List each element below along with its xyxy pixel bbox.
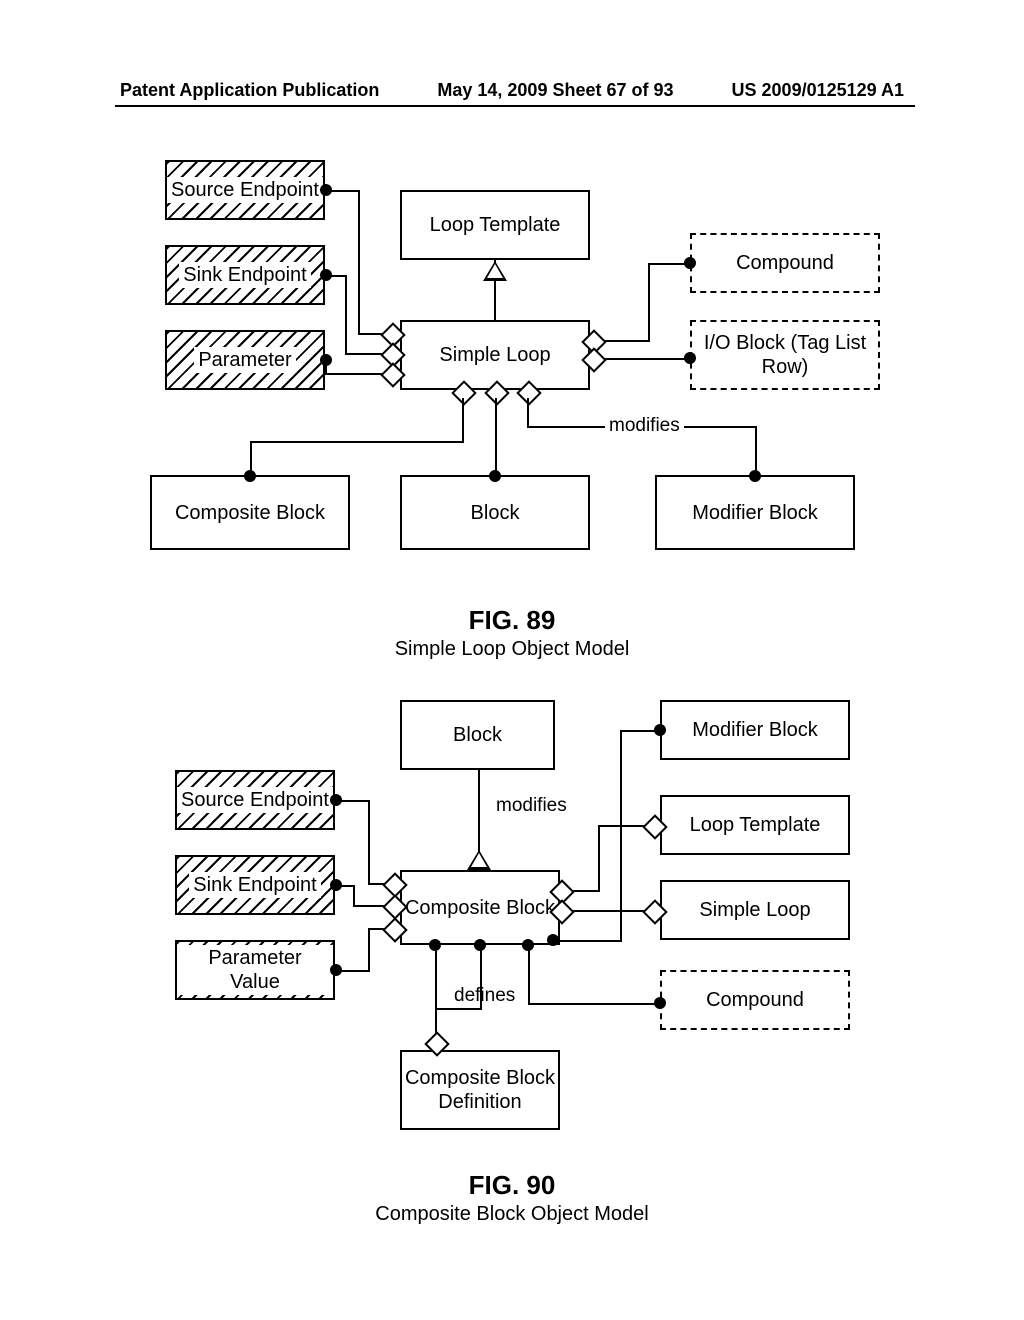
composite-block90-box: Composite Block [400,870,560,945]
fig90-caption: FIG. 90 Composite Block Object Model [0,1170,1024,1226]
modifier-block90-label: Modifier Block [692,718,818,742]
modifier-block90-box: Modifier Block [660,700,850,760]
page-header: Patent Application Publication May 14, 2… [0,80,1024,101]
compound-label: Compound [736,251,834,275]
io-block-box: I/O Block (Tag List Row) [690,320,880,390]
composite-block90-label: Composite Block [405,896,555,920]
source-endpoint90-box: Source Endpoint [175,770,335,830]
block90-box: Block [400,700,555,770]
simple-loop-label: Simple Loop [439,343,550,367]
composite-block-box: Composite Block [150,475,350,550]
modifier-block-label: Modifier Block [692,501,818,525]
loop-template-box: Loop Template [400,190,590,260]
modifier-block-box: Modifier Block [655,475,855,550]
block90-label: Block [453,723,502,747]
fig90-number: FIG. 90 [0,1170,1024,1201]
page: Patent Application Publication May 14, 2… [0,0,1024,1320]
header-divider [115,105,915,107]
block-label: Block [471,501,520,525]
source-endpoint90-label: Source Endpoint [177,787,333,813]
parameter-value90-label: Parameter Value [177,945,333,995]
fig89-caption: FIG. 89 Simple Loop Object Model [0,605,1024,661]
parameter-value90-box: Parameter Value [175,940,335,1000]
modifies-label-89: modifies [605,415,684,437]
compound90-box: Compound [660,970,850,1030]
sink-endpoint90-box: Sink Endpoint [175,855,335,915]
loop-template90-label: Loop Template [690,813,821,837]
fig89-number: FIG. 89 [0,605,1024,636]
simple-loop90-label: Simple Loop [699,898,810,922]
sink-endpoint-box: Sink Endpoint [165,245,325,305]
source-endpoint-label: Source Endpoint [167,177,323,203]
block-box: Block [400,475,590,550]
fig89-title: Simple Loop Object Model [0,638,1024,661]
header-right: US 2009/0125129 A1 [732,80,904,101]
loop-template90-box: Loop Template [660,795,850,855]
header-center: May 14, 2009 Sheet 67 of 93 [437,80,673,101]
composite-block-def-box: Composite Block Definition [400,1050,560,1130]
composite-block-def-label: Composite Block Definition [402,1066,558,1114]
simple-loop90-box: Simple Loop [660,880,850,940]
compound-box: Compound [690,233,880,293]
fig90-title: Composite Block Object Model [0,1203,1024,1226]
header-left: Patent Application Publication [120,80,379,101]
composite-block-label: Composite Block [175,501,325,525]
io-block-label: I/O Block (Tag List Row) [692,331,878,379]
defines-label: defines [450,985,519,1007]
source-endpoint-box: Source Endpoint [165,160,325,220]
loop-template-label: Loop Template [430,213,561,237]
sink-endpoint90-label: Sink Endpoint [189,872,320,898]
sink-endpoint-label: Sink Endpoint [179,262,310,288]
parameter-box: Parameter [165,330,325,390]
modifies-label-90: modifies [492,795,571,817]
simple-loop-box: Simple Loop [400,320,590,390]
compound90-label: Compound [706,988,804,1012]
parameter-label: Parameter [194,347,295,373]
